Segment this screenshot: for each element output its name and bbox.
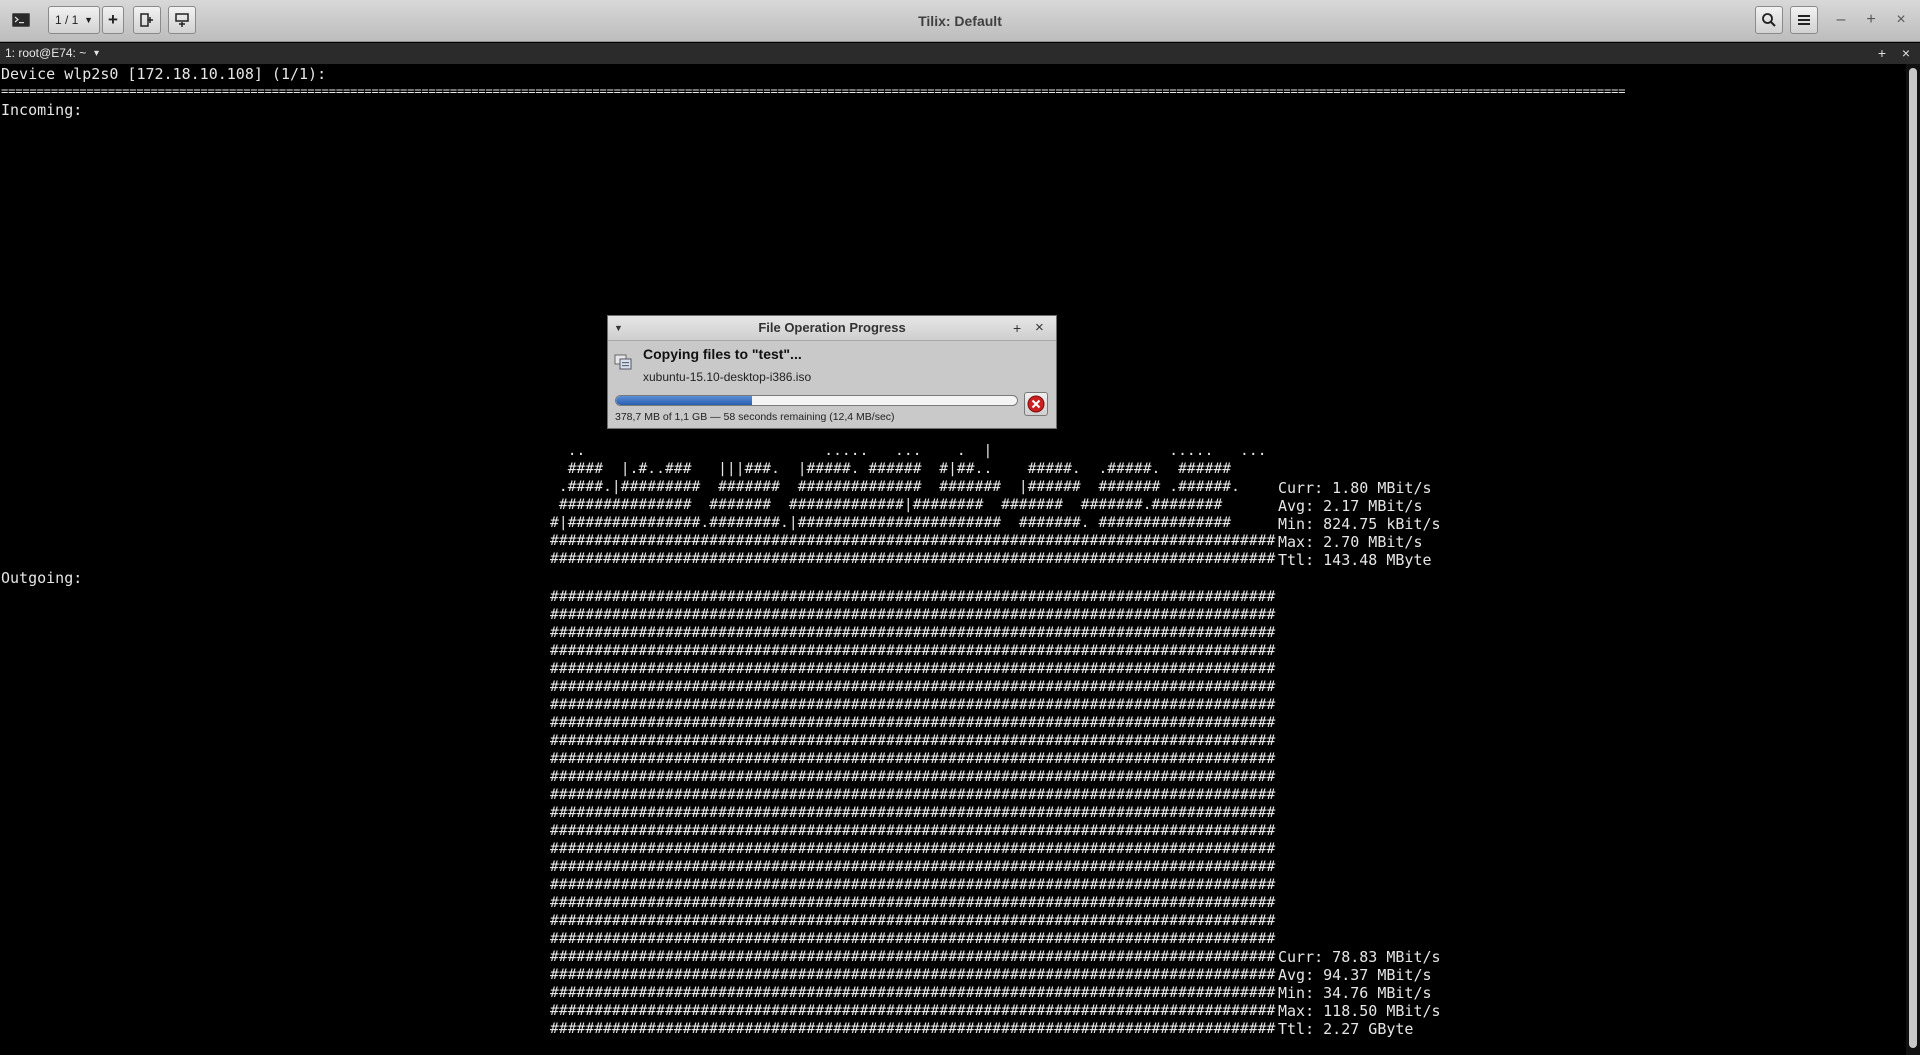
split-right-icon bbox=[140, 13, 153, 27]
dialog-titlebar[interactable]: ▼ File Operation Progress + × bbox=[608, 316, 1056, 341]
close-terminal-button[interactable]: × bbox=[1898, 43, 1914, 64]
window-titlebar: 1 / 1 ▼ + Tilix: Default – + × bbox=[0, 0, 1920, 42]
cancel-copy-button[interactable] bbox=[1024, 392, 1048, 416]
incoming-label: Incoming: bbox=[1, 101, 83, 119]
outgoing-graph-row: ########################################… bbox=[550, 732, 1276, 749]
outgoing-graph-row: ########################################… bbox=[550, 930, 1276, 947]
separator-line: ========================================… bbox=[1, 84, 1626, 98]
outgoing-graph-row: ########################################… bbox=[550, 876, 1276, 893]
outgoing-graph-row: ########################################… bbox=[550, 894, 1276, 911]
progress-fill bbox=[616, 396, 753, 405]
minimize-button[interactable]: – bbox=[1830, 9, 1852, 31]
incoming-graph-row: #### |.#..### |||###. |#####. ###### #|#… bbox=[550, 460, 1258, 477]
incoming-graph-row: #|###############.########.|############… bbox=[550, 514, 1249, 531]
chevron-down-icon[interactable]: ▾ bbox=[94, 43, 99, 64]
incoming-graph-row: .. ..... ... . | ..... ... bbox=[550, 442, 1294, 459]
outgoing-label: Outgoing: bbox=[1, 569, 83, 587]
outgoing-graph-row: ########################################… bbox=[550, 714, 1276, 731]
file-copy-icon bbox=[614, 354, 632, 370]
outgoing-graph-row: ########################################… bbox=[550, 1020, 1276, 1037]
outgoing-graph-row: ########################################… bbox=[550, 912, 1276, 929]
outgoing-graph-row: ########################################… bbox=[550, 786, 1276, 803]
outgoing-graph-row: ########################################… bbox=[550, 678, 1276, 695]
outgoing-stat-line: Avg: 94.37 MBit/s bbox=[1278, 966, 1432, 984]
incoming-traffic-graph: .. ..... ... . | ..... ... #### |.#..###… bbox=[550, 442, 1293, 568]
copy-progress-bar bbox=[615, 395, 1018, 406]
outgoing-graph-row: ########################################… bbox=[550, 660, 1276, 677]
file-operation-dialog: ▼ File Operation Progress + × Copying fi… bbox=[607, 315, 1057, 429]
dialog-title: File Operation Progress bbox=[758, 320, 906, 335]
outgoing-stat-line: Max: 118.50 MBit/s bbox=[1278, 1002, 1441, 1020]
incoming-stats: Curr: 1.80 MBit/s Avg: 2.17 MBit/s Min: 82… bbox=[1278, 479, 1441, 569]
search-icon bbox=[1762, 13, 1776, 27]
incoming-stat-line: Ttl: 143.48 MByte bbox=[1278, 551, 1432, 569]
outgoing-traffic-graph: ########################################… bbox=[550, 588, 1275, 1038]
outgoing-stat-line: Min: 34.76 MBit/s bbox=[1278, 984, 1432, 1002]
terminal-tab-title[interactable]: 1: root@E74: ~ bbox=[5, 43, 86, 64]
outgoing-graph-row: ########################################… bbox=[550, 984, 1276, 1001]
add-terminal-right-button[interactable] bbox=[133, 6, 161, 34]
outgoing-graph-row: ########################################… bbox=[550, 588, 1276, 605]
incoming-graph-row: .####.|######### ####### ############## … bbox=[550, 478, 1258, 495]
menu-button[interactable] bbox=[1790, 6, 1818, 34]
close-icon: × bbox=[1896, 11, 1906, 28]
session-selector-label: 1 / 1 bbox=[55, 13, 79, 27]
outgoing-graph-row: ########################################… bbox=[550, 858, 1276, 875]
hamburger-menu-icon bbox=[1798, 15, 1810, 25]
incoming-stat-line: Curr: 1.80 MBit/s bbox=[1278, 479, 1432, 497]
outgoing-graph-row: ########################################… bbox=[550, 948, 1276, 965]
terminal-output[interactable]: Device wlp2s0 [172.18.10.108] (1/1): ===… bbox=[0, 64, 1906, 1055]
plus-icon: + bbox=[108, 10, 118, 29]
find-button[interactable] bbox=[1755, 6, 1783, 34]
window-title: Tilix: Default bbox=[918, 13, 1002, 29]
add-terminal-button[interactable]: + bbox=[1874, 43, 1890, 64]
outgoing-stat-line: Ttl: 2.27 GByte bbox=[1278, 1020, 1414, 1038]
minimize-icon: – bbox=[1836, 11, 1846, 28]
close-window-button[interactable]: × bbox=[1890, 9, 1912, 31]
outgoing-graph-row: ########################################… bbox=[550, 606, 1276, 623]
session-selector[interactable]: 1 / 1 ▼ bbox=[48, 6, 100, 34]
outgoing-graph-row: ########################################… bbox=[550, 966, 1276, 983]
split-down-icon bbox=[175, 13, 189, 27]
close-icon[interactable]: × bbox=[1035, 316, 1044, 340]
current-filename: xubuntu-15.10-desktop-i386.iso bbox=[643, 370, 812, 384]
outgoing-graph-row: ########################################… bbox=[550, 840, 1276, 857]
outgoing-graph-row: ########################################… bbox=[550, 1002, 1276, 1019]
incoming-graph-row: ########################################… bbox=[550, 532, 1294, 549]
terminal-tab-bar: 1: root@E74: ~ ▾ + × bbox=[0, 43, 1920, 64]
outgoing-stat-line: Curr: 78.83 MBit/s bbox=[1278, 948, 1441, 966]
outgoing-graph-row: ########################################… bbox=[550, 750, 1276, 767]
scrollbar-thumb[interactable] bbox=[1909, 68, 1917, 1048]
outgoing-graph-row: ########################################… bbox=[550, 696, 1276, 713]
incoming-stat-line: Max: 2.70 MBit/s bbox=[1278, 533, 1423, 551]
progress-status: 378,7 MB of 1,1 GB — 58 seconds remainin… bbox=[615, 411, 895, 423]
maximize-icon[interactable]: + bbox=[1013, 316, 1021, 340]
incoming-graph-row: ########################################… bbox=[550, 550, 1294, 567]
terminal-scrollbar[interactable] bbox=[1906, 64, 1920, 1055]
outgoing-stats: Curr: 78.83 MBit/s Avg: 94.37 MBit/s Min: … bbox=[1278, 948, 1441, 1038]
maximize-button[interactable]: + bbox=[1860, 9, 1882, 31]
outgoing-graph-row: ########################################… bbox=[550, 642, 1276, 659]
outgoing-graph-row: ########################################… bbox=[550, 804, 1276, 821]
copy-heading: Copying files to "test"... bbox=[643, 346, 802, 362]
terminal-app-icon[interactable] bbox=[7, 6, 35, 34]
add-session-button[interactable]: + bbox=[102, 6, 124, 34]
cancel-icon bbox=[1027, 395, 1045, 413]
outgoing-graph-row: ########################################… bbox=[550, 822, 1276, 839]
incoming-stat-line: Min: 824.75 kBit/s bbox=[1278, 515, 1441, 533]
maximize-icon: + bbox=[1866, 11, 1876, 28]
outgoing-graph-row: ########################################… bbox=[550, 624, 1276, 641]
incoming-graph-row: ############### ####### #############|##… bbox=[550, 496, 1241, 513]
outgoing-graph-row: ########################################… bbox=[550, 768, 1276, 785]
incoming-stat-line: Avg: 2.17 MBit/s bbox=[1278, 497, 1423, 515]
chevron-down-icon: ▼ bbox=[84, 15, 93, 25]
device-line: Device wlp2s0 [172.18.10.108] (1/1): bbox=[1, 65, 327, 83]
add-terminal-down-button[interactable] bbox=[168, 6, 196, 34]
